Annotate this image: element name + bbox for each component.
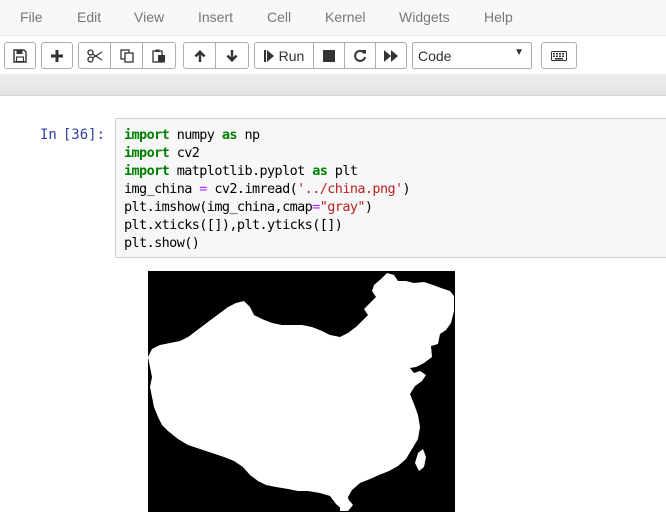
code-token: )	[402, 181, 411, 197]
code-token: cv2	[169, 145, 200, 161]
save-icon	[13, 48, 27, 63]
stop-icon	[323, 49, 335, 62]
code-line: img_china = cv2.imread('../china.png')	[124, 180, 411, 198]
arrow-up-icon	[194, 49, 205, 62]
code-token: =	[199, 181, 207, 197]
restart-button[interactable]	[345, 42, 376, 69]
arrow-down-icon	[226, 49, 238, 62]
menu-insert[interactable]: Insert	[198, 0, 233, 36]
output-image-china-map	[148, 271, 455, 512]
code-editor[interactable]: import numpy as np import cv2 import matpl…	[124, 126, 411, 252]
code-token: import	[124, 163, 170, 179]
code-input-area[interactable]: import numpy as np import cv2 import matpl…	[115, 118, 666, 258]
code-token: img_china	[124, 181, 200, 197]
code-token: "gray"	[319, 199, 366, 215]
code-line: plt.xticks([]),plt.yticks([])	[124, 216, 410, 234]
menu-help[interactable]: Help	[484, 0, 513, 36]
code-token: plt.xticks([]),plt.yticks([])	[124, 217, 343, 233]
fast-forward-icon	[384, 49, 398, 62]
paste-button[interactable]	[143, 42, 176, 69]
code-token: )	[364, 199, 373, 215]
code-token: as	[312, 163, 328, 179]
command-palette-button[interactable]	[541, 42, 577, 69]
move-down-button[interactable]	[216, 42, 249, 69]
code-token: plt.show()	[124, 235, 200, 251]
refresh-icon	[354, 49, 366, 62]
code-token: np	[236, 127, 260, 143]
keyboard-icon	[551, 50, 567, 61]
cell-type-select[interactable]: Code ▼	[412, 42, 532, 69]
code-token: matplotlib.pyplot	[169, 163, 313, 179]
code-token: import	[124, 127, 170, 143]
paste-icon	[152, 49, 165, 63]
step-forward-icon	[263, 49, 274, 62]
menu-file[interactable]: File	[20, 0, 43, 36]
input-prompt: In [36]:	[40, 127, 105, 143]
code-token: '../china.png'	[297, 181, 403, 197]
menu-kernel[interactable]: Kernel	[325, 0, 365, 36]
code-line: plt.imshow(img_china,cmap="gray")	[124, 198, 410, 216]
cell-type-value: Code	[418, 48, 452, 64]
prompt-number: [36]:	[62, 127, 106, 143]
insert-cell-button[interactable]	[41, 42, 73, 69]
copy-icon	[119, 48, 134, 63]
menu-edit[interactable]: Edit	[77, 0, 101, 36]
code-line: import matplotlib.pyplot as plt	[124, 162, 410, 180]
code-line: import numpy as np	[124, 126, 410, 144]
cut-button[interactable]	[78, 42, 111, 69]
scissors-icon	[86, 48, 102, 63]
plus-icon	[51, 49, 63, 62]
menu-widgets[interactable]: Widgets	[399, 0, 450, 36]
menu-cell[interactable]: Cell	[267, 0, 291, 36]
menu-view[interactable]: View	[134, 0, 164, 36]
code-token: numpy	[169, 127, 222, 143]
caret-down-icon: ▼	[514, 47, 524, 58]
menubar: File Edit View Insert Cell Kernel Widget…	[0, 0, 666, 36]
prompt-label: In	[40, 127, 57, 143]
run-label: Run	[278, 47, 305, 64]
header-divider	[0, 74, 666, 96]
code-token: plt.imshow(img_china,cmap	[124, 199, 313, 215]
code-token: =	[312, 199, 320, 215]
code-token: plt	[327, 163, 358, 179]
code-token: import	[124, 145, 170, 161]
copy-button[interactable]	[111, 42, 143, 69]
interrupt-button[interactable]	[314, 42, 345, 69]
run-all-button[interactable]	[376, 42, 407, 69]
code-line: plt.show()	[124, 234, 410, 252]
code-line: import cv2	[124, 144, 410, 162]
move-up-button[interactable]	[183, 42, 216, 69]
code-token: as	[221, 127, 238, 143]
code-token: cv2.imread(	[206, 181, 298, 197]
save-button[interactable]	[4, 42, 36, 69]
run-button[interactable]: Run	[254, 42, 314, 69]
